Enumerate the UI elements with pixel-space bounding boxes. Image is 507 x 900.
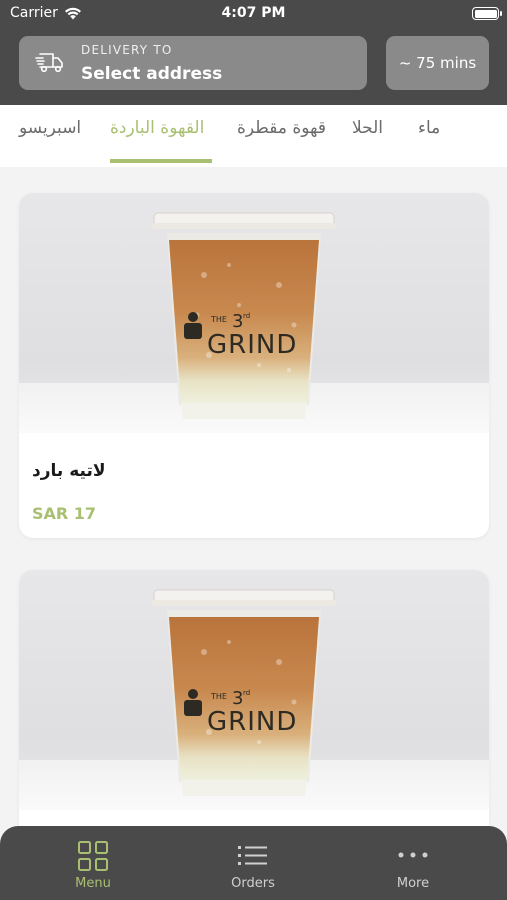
battery-icon	[472, 7, 502, 20]
iced-latte-cup-image: THE 3 rd GRIND	[151, 589, 337, 796]
status-time: 4:07 PM	[221, 5, 286, 21]
tab-espresso[interactable]: اسبريسو	[19, 118, 81, 138]
product-name: لاتيه بارد	[32, 461, 106, 481]
svg-text:GRIND: GRIND	[207, 707, 297, 737]
delivery-address-button[interactable]: DELIVERY TO Select address	[19, 36, 367, 90]
active-tab-indicator	[110, 159, 212, 163]
product-price: SAR 17	[32, 504, 97, 523]
bottom-tab-bar: Menu Orders More	[0, 826, 507, 900]
grid-icon	[78, 841, 108, 871]
tab-desserts[interactable]: الحلا	[352, 118, 383, 138]
tab-orders-label: Orders	[231, 876, 275, 891]
product-image: THE 3 rd GRIND	[19, 193, 489, 433]
tab-more-label: More	[396, 876, 430, 891]
tab-menu[interactable]: Menu	[33, 840, 153, 891]
tab-iced-coffee[interactable]: القهوة الباردة	[110, 118, 204, 138]
more-dots-icon	[398, 852, 428, 858]
category-tabs: ماء الحلا قهوة مقطرة القهوة الباردة اسبر…	[0, 105, 507, 167]
select-address-label: Select address	[81, 64, 223, 84]
svg-text:rd: rd	[243, 312, 250, 320]
iced-latte-cup-image: THE 3 rd GRIND	[151, 212, 337, 419]
product-card[interactable]: THE 3 rd GRIND	[19, 570, 489, 870]
svg-text:3: 3	[232, 311, 243, 332]
tab-orders[interactable]: Orders	[193, 840, 313, 891]
svg-text:GRIND: GRIND	[207, 330, 297, 360]
product-image: THE 3 rd GRIND	[19, 570, 489, 810]
product-card[interactable]: THE 3 rd GRIND لاتيه بارد SAR 17	[19, 193, 489, 538]
svg-text:3: 3	[232, 688, 243, 709]
tab-more[interactable]: More	[353, 840, 473, 891]
tab-drip-coffee[interactable]: قهوة مقطرة	[237, 118, 326, 138]
list-icon	[238, 846, 267, 865]
status-bar: Carrier 4:07 PM	[0, 0, 507, 28]
svg-text:rd: rd	[243, 689, 250, 697]
top-header: Carrier 4:07 PM DELIVERY TO Select addre…	[0, 0, 507, 105]
delivery-to-label: DELIVERY TO	[81, 43, 173, 57]
svg-text:THE: THE	[210, 315, 227, 324]
tab-water[interactable]: ماء	[418, 118, 440, 138]
svg-text:THE: THE	[210, 692, 227, 701]
eta-chip[interactable]: ~ 75 mins	[386, 36, 489, 90]
delivery-truck-icon	[35, 53, 63, 73]
tab-menu-label: Menu	[75, 876, 111, 891]
